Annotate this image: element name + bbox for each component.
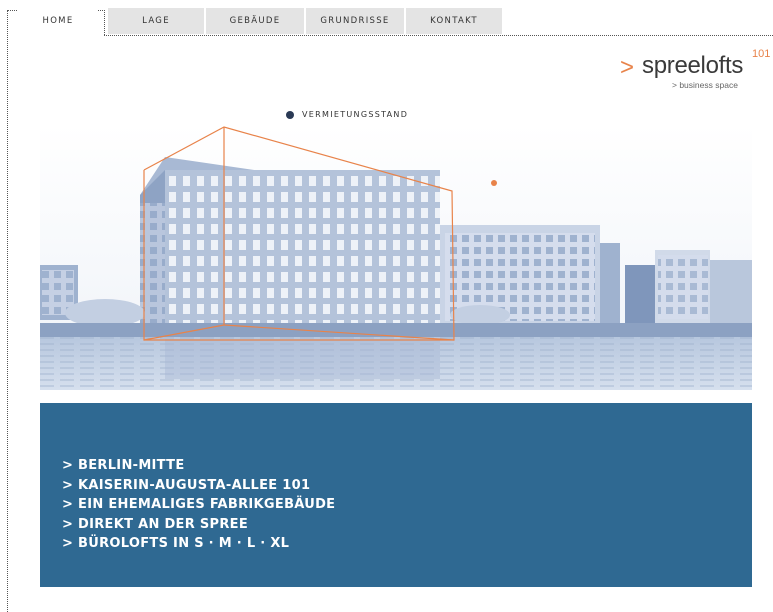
- tab-gebaeude[interactable]: GEBÄUDE: [206, 8, 304, 34]
- logo-arrow: >: [620, 54, 635, 81]
- feature-list: > BERLIN-MITTE > KAISERIN-AUGUSTA-ALLEE …: [62, 456, 335, 554]
- tab-grundrisse[interactable]: GRUNDRISSE: [306, 8, 404, 34]
- tab-kontakt[interactable]: KONTAKT: [406, 8, 502, 34]
- list-item: > EIN EHEMALIGES FABRIKGEBÄUDE: [62, 497, 336, 512]
- nav-bottom-border: [104, 35, 773, 36]
- home-tab-right-border: [104, 10, 105, 35]
- vermietungsstand-label: VERMIETUNGSSTAND: [302, 110, 409, 119]
- info-panel: > BERLIN-MITTE > KAISERIN-AUGUSTA-ALLEE …: [40, 403, 752, 587]
- hero-building-image: [40, 125, 752, 390]
- building-illustration: [40, 125, 752, 390]
- logo-number: 101: [752, 48, 771, 60]
- list-item: > BERLIN-MITTE: [62, 458, 185, 473]
- tab-lage[interactable]: LAGE: [108, 8, 204, 34]
- left-dotted-border: [7, 10, 8, 612]
- logo-name: spreelofts: [642, 52, 744, 79]
- list-item: > BÜROLOFTS IN S · M · L · XL: [62, 536, 290, 551]
- list-item: > KAISERIN-AUGUSTA-ALLEE 101: [62, 477, 311, 493]
- spreelofts-logo[interactable]: > spreelofts 101 > business space: [620, 48, 770, 98]
- bullet-icon: [286, 111, 294, 119]
- logo-tagline: > business space: [672, 80, 738, 90]
- list-item: > DIREKT AN DER SPREE: [62, 516, 249, 532]
- tab-home[interactable]: HOME: [18, 8, 98, 34]
